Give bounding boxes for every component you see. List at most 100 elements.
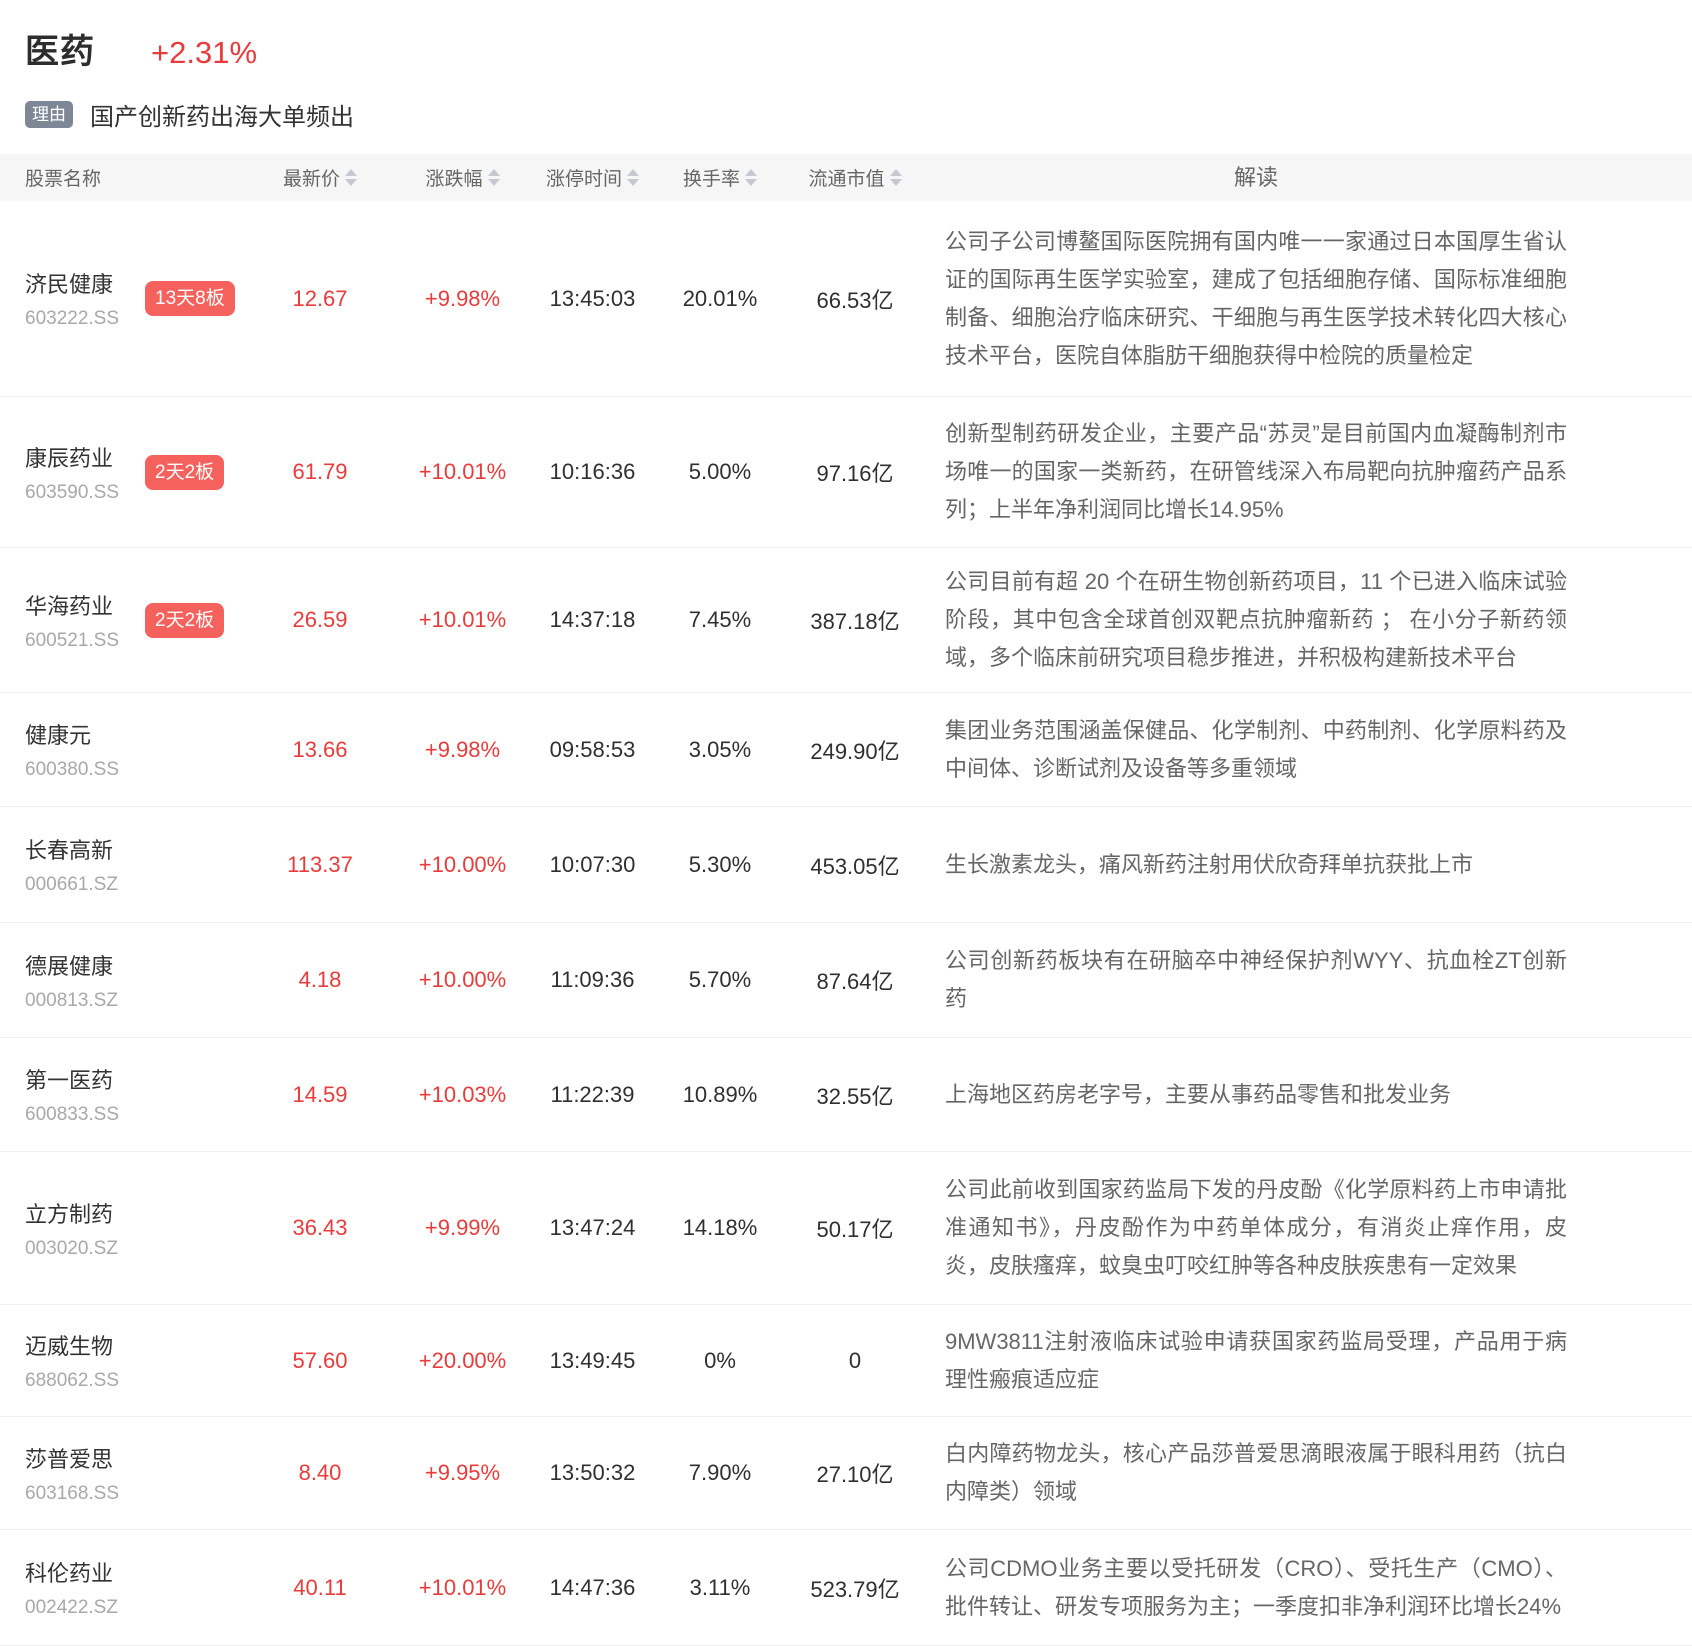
sector-title: 医药 [25,24,95,73]
limit-up-streak-badge: 13天8板 [145,281,235,316]
column-header-market-cap[interactable]: 流通市值 [785,164,925,191]
change-percent: +9.98% [395,737,530,763]
change-percent: +10.00% [395,852,530,878]
market-cap: 87.64亿 [785,964,925,996]
turnover-rate: 5.30% [655,852,785,878]
stock-name[interactable]: 健康元 [25,718,145,750]
stock-code: 000661.SZ [25,874,145,896]
latest-price: 57.60 [245,1348,395,1374]
analysis-text: 公司此前收到国家药监局下发的丹皮酚《化学原料药上市申请批准通知书》，丹皮酚作为中… [925,1171,1692,1285]
analysis-text: 创新型制药研发企业，主要产品“苏灵”是目前国内血凝酶制剂市场唯一的国家一类新药，… [925,415,1692,529]
stock-code: 688062.SS [25,1370,145,1392]
stock-code: 603222.SS [25,308,145,330]
change-percent: +9.95% [395,1460,530,1486]
table-row: 迈威生物688062.SS 57.60 +20.00% 13:49:45 0% … [0,1305,1692,1417]
limit-up-time: 14:47:36 [530,1575,655,1601]
stock-code: 603168.SS [25,1483,145,1505]
analysis-text: 公司目前有超 20 个在研生物创新药项目，11 个已进入临床试验阶段，其中包含全… [925,563,1692,677]
sort-arrows-icon[interactable] [890,169,902,186]
table-row: 德展健康000813.SZ 4.18 +10.00% 11:09:36 5.70… [0,923,1692,1038]
table-row: 济民健康603222.SS 13天8板 12.67 +9.98% 13:45:0… [0,201,1692,397]
stock-name[interactable]: 莎普爱思 [25,1442,145,1474]
turnover-rate: 14.18% [655,1215,785,1241]
market-cap: 50.17亿 [785,1212,925,1244]
change-percent: +10.00% [395,967,530,993]
change-percent: +10.01% [395,607,530,633]
column-header-turnover-rate[interactable]: 换手率 [655,164,785,191]
turnover-rate: 3.05% [655,737,785,763]
change-percent: +10.01% [395,459,530,485]
analysis-text: 集团业务范围涵盖保健品、化学制剂、中药制剂、化学原料药及中间体、诊断试剂及设备等… [925,712,1692,788]
stock-name[interactable]: 科伦药业 [25,1556,145,1588]
analysis-text: 上海地区药房老字号，主要从事药品零售和批发业务 [925,1076,1692,1114]
latest-price: 36.43 [245,1215,395,1241]
reason-badge: 理由 [25,101,73,128]
reason-text: 国产创新药出海大单频出 [90,97,354,132]
stock-name[interactable]: 迈威生物 [25,1329,145,1361]
sector-change-percent: +2.31% [151,35,257,71]
limit-up-time: 09:58:53 [530,737,655,763]
latest-price: 61.79 [245,459,395,485]
market-cap: 387.18亿 [785,604,925,636]
market-cap: 27.10亿 [785,1457,925,1489]
change-percent: +10.03% [395,1082,530,1108]
table-row: 康辰药业 603590.SS 2天2板 61.79 +10.01% 10:16:3… [0,397,1692,548]
market-cap: 0 [785,1348,925,1374]
market-cap: 453.05亿 [785,849,925,881]
analysis-text: 公司CDMO业务主要以受托研发（CRO）、受托生产（CMO）、批件转让、研发专项… [925,1550,1692,1626]
column-header-change-percent[interactable]: 涨跌幅 [395,164,530,191]
turnover-rate: 7.45% [655,607,785,633]
change-percent: +10.01% [395,1575,530,1601]
sort-arrows-icon[interactable] [745,169,757,186]
table-row: 长春高新 000661.SZ 113.37 +10.00% 10:07:30 5.… [0,807,1692,923]
sector-header: 医药 +2.31% 理由 国产创新药出海大单频出 [0,0,1692,132]
latest-price: 40.11 [245,1575,395,1601]
column-header-stock-name: 股票名称 [0,164,145,191]
stock-name[interactable]: 华海药业 [25,589,145,621]
stock-name[interactable]: 康辰药业 [25,441,145,473]
table-row: 立方制药 003020.SZ 36.43 +9.99% 13:47:24 14.1… [0,1152,1692,1305]
turnover-rate: 5.70% [655,967,785,993]
latest-price: 113.37 [245,852,395,878]
sort-arrows-icon[interactable] [488,169,500,186]
stock-name[interactable]: 长春高新 [25,833,145,865]
latest-price: 12.67 [245,286,395,312]
turnover-rate: 0% [655,1348,785,1374]
change-percent: +9.98% [395,286,530,312]
table-row: 莎普爱思603168.SS 8.40 +9.95% 13:50:32 7.90%… [0,1417,1692,1530]
limit-up-time: 10:07:30 [530,852,655,878]
stock-table: 济民健康603222.SS 13天8板 12.67 +9.98% 13:45:0… [0,201,1692,1646]
limit-up-streak-badge: 2天2板 [145,455,224,490]
change-percent: +20.00% [395,1348,530,1374]
stock-name[interactable]: 第一医药 [25,1063,145,1095]
analysis-text: 生长激素龙头，痛风新药注射用伏欣奇拜单抗获批上市 [925,846,1692,884]
market-cap: 249.90亿 [785,734,925,766]
sort-arrows-icon[interactable] [627,169,639,186]
latest-price: 8.40 [245,1460,395,1486]
limit-up-time: 11:22:39 [530,1082,655,1108]
stock-name[interactable]: 德展健康 [25,949,145,981]
turnover-rate: 5.00% [655,459,785,485]
stock-code: 600380.SS [25,759,145,781]
table-header-row: 股票名称 最新价 涨跌幅 涨停时间 换手率 流通市值 解读 [0,154,1692,201]
table-row: 科伦药业002422.SZ 40.11 +10.01% 14:47:36 3.1… [0,1530,1692,1646]
stock-name[interactable]: 济民健康 [25,267,145,299]
sort-arrows-icon[interactable] [345,169,357,186]
table-row: 第一医药600833.SS 14.59 +10.03% 11:22:39 10.… [0,1038,1692,1152]
latest-price: 13.66 [245,737,395,763]
limit-up-time: 13:49:45 [530,1348,655,1374]
limit-up-time: 13:47:24 [530,1215,655,1241]
column-header-latest-price[interactable]: 最新价 [245,164,395,191]
stock-code: 003020.SZ [25,1238,145,1260]
turnover-rate: 20.01% [655,286,785,312]
analysis-text: 公司创新药板块有在研脑卒中神经保护剂WYY、抗血栓ZT创新药 [925,942,1692,1018]
limit-up-time: 10:16:36 [530,459,655,485]
stock-name[interactable]: 立方制药 [25,1197,145,1229]
change-percent: +9.99% [395,1215,530,1241]
market-cap: 32.55亿 [785,1079,925,1111]
limit-up-time: 11:09:36 [530,967,655,993]
column-header-limit-up-time[interactable]: 涨停时间 [530,164,655,191]
stock-code: 600833.SS [25,1104,145,1126]
stock-code: 603590.SS [25,482,145,504]
latest-price: 14.59 [245,1082,395,1108]
